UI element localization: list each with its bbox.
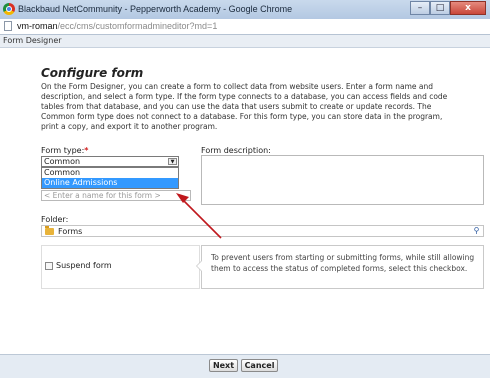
form-name-input[interactable]: < Enter a name for this form > [41,190,191,201]
chrome-icon [3,3,15,15]
main-content: Configure form On the Form Designer, you… [0,48,490,354]
window-controls: – □ x [410,1,486,15]
window-titlebar: Blackbaud NetCommunity - Pepperworth Aca… [0,0,490,20]
form-type-value: Common [44,157,81,166]
designer-title: Form Designer [3,36,62,45]
close-button[interactable]: x [450,1,486,15]
suspend-help-box: To prevent users from starting or submit… [196,245,484,289]
form-type-label: Form type:* [41,146,88,155]
suspend-panel: Suspend form [41,245,200,289]
suspend-label[interactable]: Suspend form [56,261,112,270]
page-title: Configure form [41,66,144,80]
maximize-button[interactable]: □ [430,1,450,15]
form-type-label-text: Form type: [41,146,85,155]
next-button[interactable]: Next [209,359,238,372]
form-type-option-online-admissions[interactable]: Online Admissions [42,178,178,188]
cancel-button[interactable]: Cancel [241,359,278,372]
designer-header: Form Designer [0,35,490,48]
callout-pointer [196,260,202,272]
minimize-button[interactable]: – [410,1,430,15]
folder-icon [45,226,54,235]
form-description-label: Form description: [201,146,271,155]
url-host: vm-roman [17,21,58,31]
suspend-checkbox[interactable] [45,262,53,270]
page-icon [4,21,12,31]
binoculars-icon[interactable]: ⚲ [472,227,481,235]
footer-bar: Next Cancel [0,354,490,378]
chevron-down-icon[interactable]: ▼ [168,158,177,165]
url-path: /ecc/cms/customformadmineditor?md=1 [57,21,218,31]
suspend-help-text: To prevent users from starting or submit… [211,253,475,273]
form-description-field[interactable] [201,155,484,205]
url-text[interactable]: vm-roman/ecc/cms/customformadmineditor?m… [17,21,217,31]
form-type-option-common[interactable]: Common [42,168,178,178]
address-bar[interactable]: vm-roman/ecc/cms/customformadmineditor?m… [0,19,490,35]
window-title: Blackbaud NetCommunity - Pepperworth Aca… [18,4,293,14]
form-type-dropdown: Common Online Admissions [41,167,179,189]
folder-label: Folder: [41,215,69,224]
form-type-select[interactable]: Common ▼ [41,156,179,167]
folder-value: Forms [58,227,83,236]
required-marker: * [84,146,89,155]
form-description-text: On the Form Designer, you can create a f… [41,82,448,131]
folder-field[interactable]: Forms ⚲ [41,225,484,237]
